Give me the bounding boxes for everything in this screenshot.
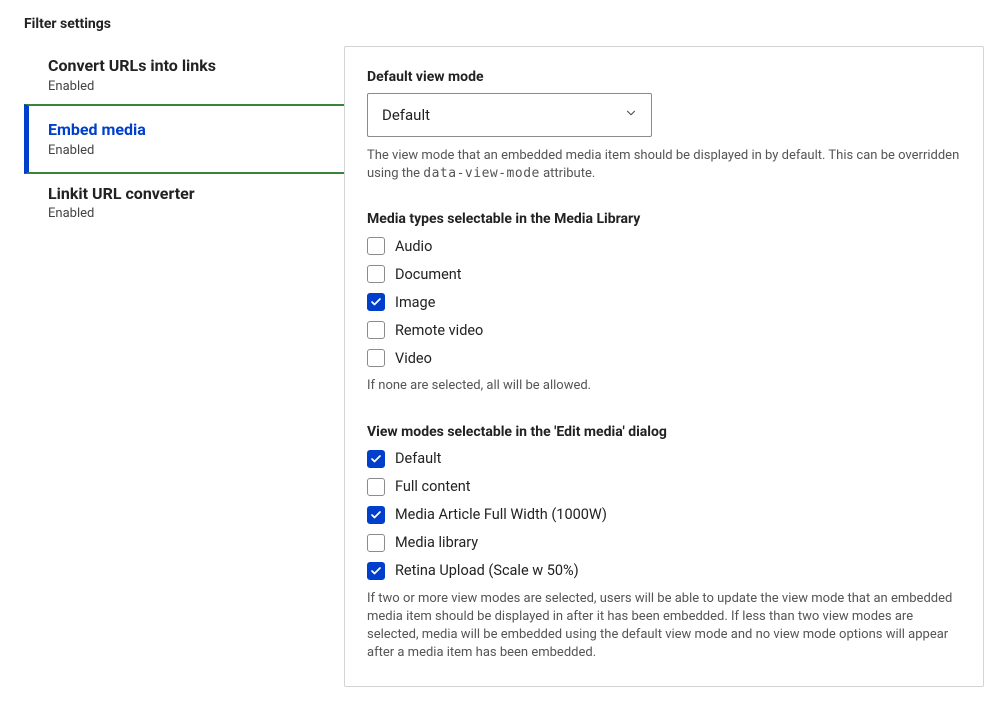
checkbox[interactable] (367, 349, 385, 367)
checkbox[interactable] (367, 237, 385, 255)
default-view-mode-select[interactable]: Default (367, 93, 652, 137)
media-types-help: If none are selected, all will be allowe… (367, 377, 961, 395)
checkbox-item[interactable]: Media Article Full Width (1000W) (367, 506, 961, 524)
view-modes-label: View modes selectable in the 'Edit media… (367, 424, 961, 440)
checkbox[interactable] (367, 506, 385, 524)
checkbox-item[interactable]: Document (367, 265, 961, 283)
checkbox-item[interactable]: Remote video (367, 321, 961, 339)
default-view-mode-group: Default view mode Default The view mode … (367, 69, 961, 183)
checkbox-item[interactable]: Video (367, 349, 961, 367)
filter-tab[interactable]: Linkit URL converterEnabled (24, 174, 344, 232)
checkbox-label: Document (395, 266, 462, 283)
default-view-mode-help: The view mode that an embedded media ite… (367, 147, 961, 183)
checkbox[interactable] (367, 293, 385, 311)
filter-tab-status: Enabled (48, 79, 320, 94)
checkbox-label: Remote video (395, 322, 483, 339)
checkbox[interactable] (367, 321, 385, 339)
media-types-label: Media types selectable in the Media Libr… (367, 211, 961, 227)
checkbox-item[interactable]: Full content (367, 478, 961, 496)
filter-tab-status: Enabled (48, 206, 320, 221)
checkbox-item[interactable]: Retina Upload (Scale w 50%) (367, 562, 961, 580)
checkbox[interactable] (367, 265, 385, 283)
filter-tab-title: Convert URLs into links (48, 56, 320, 77)
filter-tab[interactable]: Convert URLs into links Enabled (24, 46, 344, 104)
checkbox-label: Retina Upload (Scale w 50%) (395, 562, 579, 579)
section-title: Filter settings (24, 16, 984, 32)
checkbox-label: Full content (395, 478, 471, 495)
checkbox-item[interactable]: Default (367, 450, 961, 468)
view-modes-help: If two or more view modes are selected, … (367, 590, 961, 663)
checkbox[interactable] (367, 478, 385, 496)
default-view-mode-value: Default (382, 106, 430, 124)
checkbox-label: Image (395, 294, 435, 311)
checkbox-label: Audio (395, 238, 432, 255)
checkbox[interactable] (367, 534, 385, 552)
checkbox-label: Default (395, 450, 441, 467)
filter-tab-title: Embed media (48, 120, 320, 141)
default-view-mode-label: Default view mode (367, 69, 961, 85)
filter-tab[interactable]: Embed media Enabled (24, 104, 344, 174)
checkbox-label: Media Article Full Width (1000W) (395, 506, 607, 523)
filter-tabs: Convert URLs into linksEnabledEmbed medi… (24, 46, 344, 231)
checkbox-item[interactable]: Media library (367, 534, 961, 552)
checkbox-item[interactable]: Audio (367, 237, 961, 255)
checkbox-label: Media library (395, 534, 478, 551)
media-types-group: Media types selectable in the Media Libr… (367, 211, 961, 395)
checkbox[interactable] (367, 562, 385, 580)
view-modes-group: View modes selectable in the 'Edit media… (367, 424, 961, 663)
filter-tab-status: Enabled (48, 143, 320, 158)
checkbox-label: Video (395, 350, 432, 367)
filter-tab-title: Linkit URL converter (48, 184, 320, 205)
checkbox-item[interactable]: Image (367, 293, 961, 311)
checkbox[interactable] (367, 450, 385, 468)
settings-panel: Default view mode Default The view mode … (344, 46, 984, 687)
